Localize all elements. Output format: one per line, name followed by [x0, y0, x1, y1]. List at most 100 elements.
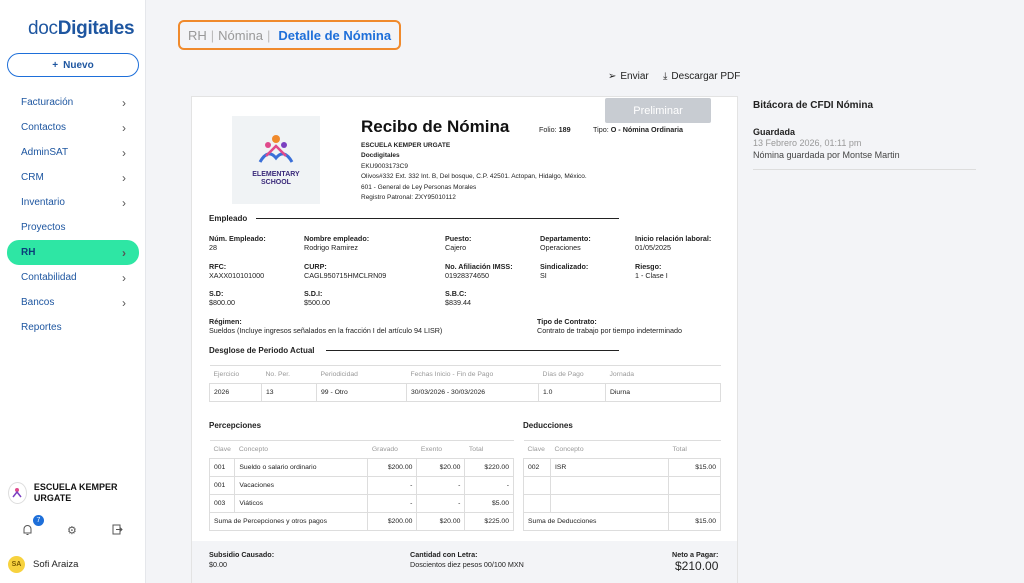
regimen-label: Régimen: — [209, 317, 242, 326]
send-icon: ➢ — [608, 71, 617, 82]
bitacora-note: Nómina guardada por Montse Martin — [753, 150, 900, 160]
num-empleado: 28 — [209, 243, 217, 252]
table-row-total: Suma de Percepciones y otros pagos $200.0… — [208, 512, 514, 531]
subsidio: $0.00 — [209, 560, 227, 569]
org-name: ESCUELA KEMPER URGATE — [33, 482, 118, 503]
app-logo[interactable]: docDigitales — [28, 18, 135, 40]
sidebar-item-contactos[interactable]: Contactos › — [7, 115, 139, 140]
sidebar-item-facturacion[interactable]: Facturación › — [7, 90, 139, 115]
sidebar-item-rh[interactable]: RH › — [7, 240, 139, 265]
imss: 01928374650 — [445, 271, 489, 280]
table-row — [523, 476, 721, 495]
sbc-label: S.B.C: — [445, 289, 467, 298]
chevron-right-icon: › — [122, 121, 126, 135]
contrato-label: Tipo de Contrato: — [537, 317, 597, 326]
subsidio-label: Subsidio Causado: — [209, 550, 275, 559]
table-row-total: Suma de Deducciones $15.00 — [523, 512, 721, 531]
sidebar-item-proyectos[interactable]: Proyectos — [7, 215, 139, 240]
neto-label: Neto a Pagar: — [672, 550, 719, 559]
gear-icon[interactable]: ⚙ — [67, 524, 77, 537]
percepciones-title: Percepciones — [209, 421, 262, 430]
org-logo-icon — [8, 482, 27, 504]
periodo-table: Ejercicio No. Per. Periodicidad Fechas I… — [209, 365, 721, 402]
table-row: 001 Vacaciones - - - — [208, 476, 514, 495]
sidebar-item-crm[interactable]: CRM › — [7, 165, 139, 190]
letra: Doscientos diez pesos 00/100 MXN — [410, 560, 524, 569]
inicio: 01/05/2025 — [635, 243, 671, 252]
sidebar-item-bancos[interactable]: Bancos › — [7, 290, 139, 315]
empleado-section-title: Empleado — [209, 214, 248, 223]
chevron-right-icon: › — [122, 96, 126, 110]
breadcrumb: RH | Nómina | Detalle de Nómina — [178, 20, 402, 50]
deducciones-table: Clave Concepto Total 002 ISR $15.00 Suma d… — [523, 440, 721, 531]
sidebar-item-reportes[interactable]: Reportes — [7, 315, 139, 340]
riesgo: 1 - Clase I — [635, 271, 668, 280]
curp-label: CURP: — [304, 262, 327, 271]
riesgo-label: Riesgo: — [635, 262, 662, 271]
rfc-label: RFC: — [209, 262, 227, 271]
emisor-regimen: 601 - General de Ley Personas Morales — [361, 184, 477, 191]
percepciones-table: Clave Concepto Gravado Exento Total 001 S… — [208, 440, 514, 531]
sidebar-item-inventario[interactable]: Inventario › — [7, 190, 139, 215]
nombre: Rodrigo Ramirez — [304, 243, 358, 252]
bitacora-divider — [753, 169, 976, 170]
folio: Folio: 189 — [539, 125, 571, 134]
table-row: 003 Viáticos - - $5.00 — [208, 494, 514, 513]
departamento-label: Departamento: — [540, 234, 591, 243]
organization-switcher[interactable]: ESCUELA KEMPER URGATE — [8, 480, 138, 506]
chevron-right-icon: › — [122, 196, 126, 210]
emisor-name: ESCUELA KEMPER URGATE — [361, 142, 451, 149]
sidebar-actions: ⚙ — [0, 518, 146, 544]
periodo-section-title: Desglose de Periodo Actual — [209, 346, 315, 355]
regimen: Sueldos (Incluye ingresos señalados en l… — [209, 326, 443, 335]
breadcrumb-current: Detalle de Nómina — [278, 27, 392, 43]
notification-badge: 7 — [33, 515, 44, 526]
section-divider — [326, 350, 619, 351]
school-logo: ELEMENTARY SCHOOL — [232, 116, 320, 204]
sidebar-item-adminsat[interactable]: AdminSAT › — [7, 140, 139, 165]
breadcrumb-nomina[interactable]: Nómina — [218, 28, 263, 43]
table-row: 2026 13 99 - Otro 30/03/2026 - 30/03/202… — [209, 383, 721, 402]
new-button[interactable]: + Nuevo — [7, 53, 139, 77]
table-row — [523, 494, 721, 513]
sindicalizado: SI — [540, 271, 547, 280]
school-logo-icon — [258, 134, 294, 163]
sdi: $500.00 — [304, 298, 330, 307]
sindicalizado-label: Sindicalizado: — [540, 262, 589, 271]
rfc: XAXX010101000 — [209, 271, 265, 280]
plus-icon: + — [52, 59, 59, 71]
departamento: Operaciones — [540, 243, 581, 252]
chevron-right-icon: › — [122, 271, 126, 285]
chevron-right-icon: › — [122, 146, 126, 160]
sbc: $839.44 — [445, 298, 471, 307]
sd-label: S.D: — [209, 289, 224, 298]
chevron-right-icon: › — [122, 296, 126, 310]
curp: CAGL950715HMCLRN09 — [304, 271, 387, 280]
breadcrumb-rh[interactable]: RH — [188, 28, 207, 43]
chevron-right-icon: › — [122, 246, 126, 260]
table-row: 002 ISR $15.00 — [523, 458, 721, 477]
user-name: Sofi Araiza — [33, 559, 79, 570]
nombre-label: Nombre empleado: — [304, 234, 370, 243]
logout-icon[interactable] — [112, 524, 123, 538]
table-row: 001 Sueldo o salario ordinario $200.00 $20.… — [208, 458, 514, 477]
avatar: SA — [8, 556, 25, 573]
bitacora-title: Bitácora de CFDI Nómina — [753, 100, 874, 111]
emisor-address: Olivos#332 Ext. 332 Int. B, Del bosque, … — [361, 173, 587, 180]
receipt-title: Recibo de Nómina — [361, 117, 510, 136]
bitacora-date: 13 Febrero 2026, 01:11 pm — [753, 138, 862, 148]
num-empleado-label: Núm. Empleado: — [209, 234, 266, 243]
section-divider — [256, 218, 619, 219]
sidebar-item-contabilidad[interactable]: Contabilidad › — [7, 265, 139, 290]
preliminar-watermark: Preliminar — [605, 98, 711, 123]
puesto: Cajero — [445, 243, 467, 252]
send-button[interactable]: ➢ Enviar — [608, 71, 649, 82]
download-pdf-button[interactable]: ⤓ Descargar PDF — [663, 71, 740, 82]
letra-label: Cantidad con Letra: — [410, 550, 478, 559]
sdi-label: S.D.I: — [304, 289, 323, 298]
bell-icon[interactable] — [22, 524, 33, 539]
user-profile[interactable]: SA Sofi Araiza — [8, 556, 78, 573]
deducciones-title: Deducciones — [523, 421, 573, 430]
download-icon: ⤓ — [663, 71, 668, 82]
imss-label: No. Afiliación IMSS: — [445, 262, 513, 271]
